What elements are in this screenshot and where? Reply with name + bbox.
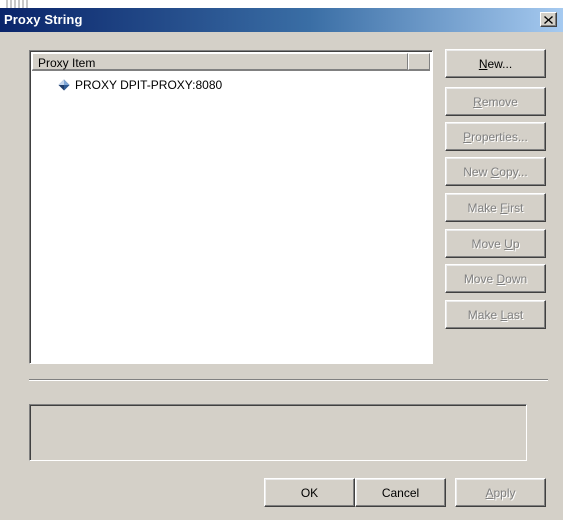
ok-button-label: OK bbox=[301, 486, 318, 500]
mnemonic-char: R bbox=[473, 94, 482, 109]
diamond-proxy-icon bbox=[58, 79, 70, 91]
label-text: emove bbox=[481, 94, 518, 109]
label-text: opy... bbox=[499, 164, 528, 179]
label-text: Move bbox=[463, 271, 497, 286]
label-text: pply bbox=[493, 485, 516, 500]
label-text: Move bbox=[471, 236, 505, 251]
column-header-proxy-item[interactable]: Proxy Item bbox=[32, 53, 408, 70]
proxy-string-dialog: Proxy String Proxy Item PROXY DPIT-PROXY… bbox=[0, 0, 563, 520]
cancel-button-label: Cancel bbox=[382, 486, 419, 500]
move-up-button[interactable]: Move Up bbox=[445, 229, 546, 258]
separator-line bbox=[29, 379, 548, 381]
grip-decoration bbox=[6, 0, 28, 8]
new-button[interactable]: New... bbox=[445, 49, 546, 78]
cancel-button[interactable]: Cancel bbox=[355, 478, 446, 507]
label-text: ew... bbox=[487, 56, 513, 71]
list-header: Proxy Item bbox=[32, 53, 430, 71]
close-icon bbox=[544, 15, 553, 24]
mnemonic-char: A bbox=[485, 485, 494, 500]
new-copy-button-label: New Copy... bbox=[463, 165, 527, 179]
make-first-button[interactable]: Make First bbox=[445, 193, 546, 222]
make-last-button[interactable]: Make Last bbox=[445, 300, 546, 329]
mnemonic-char: P bbox=[463, 129, 472, 144]
top-strip bbox=[0, 0, 563, 8]
label-text: ast bbox=[507, 307, 524, 322]
label-text: own bbox=[505, 271, 528, 286]
make-last-button-label: Make Last bbox=[468, 308, 523, 322]
mnemonic-char: U bbox=[504, 236, 513, 251]
mnemonic-char: F bbox=[500, 200, 508, 215]
description-box bbox=[29, 404, 527, 461]
mnemonic-char: C bbox=[490, 164, 500, 179]
properties-button[interactable]: Properties... bbox=[445, 122, 546, 151]
move-down-button[interactable]: Move Down bbox=[445, 264, 546, 293]
apply-button[interactable]: Apply bbox=[455, 478, 546, 507]
make-first-button-label: Make First bbox=[467, 201, 523, 215]
properties-button-label: Properties... bbox=[463, 130, 528, 144]
label-text: roperties... bbox=[471, 129, 528, 144]
move-up-button-label: Move Up bbox=[471, 237, 519, 251]
proxy-item-list[interactable]: Proxy Item PROXY DPIT-PROXY:8080 bbox=[29, 50, 433, 364]
close-button[interactable] bbox=[540, 12, 557, 27]
column-header-filler[interactable] bbox=[408, 53, 430, 70]
list-item-label: PROXY DPIT-PROXY:8080 bbox=[75, 78, 223, 92]
label-text: OK bbox=[300, 485, 319, 500]
remove-button[interactable]: Remove bbox=[445, 87, 546, 116]
mnemonic-char: D bbox=[496, 271, 506, 286]
label-text: irst bbox=[507, 200, 524, 215]
move-down-button-label: Move Down bbox=[464, 272, 527, 286]
ok-button[interactable]: OK bbox=[264, 478, 355, 507]
remove-button-label: Remove bbox=[473, 95, 518, 109]
new-button-label: New... bbox=[479, 57, 512, 71]
title-bar[interactable]: Proxy String bbox=[0, 8, 563, 32]
new-copy-button[interactable]: New Copy... bbox=[445, 157, 546, 186]
label-text: p bbox=[512, 236, 520, 251]
label-text: Make bbox=[467, 307, 501, 322]
label-text: Make bbox=[467, 200, 501, 215]
window-title: Proxy String bbox=[4, 12, 83, 27]
list-item[interactable]: PROXY DPIT-PROXY:8080 bbox=[58, 77, 222, 93]
label-text: Cancel bbox=[381, 485, 420, 500]
apply-button-label: Apply bbox=[485, 486, 515, 500]
label-text: New bbox=[463, 164, 491, 179]
